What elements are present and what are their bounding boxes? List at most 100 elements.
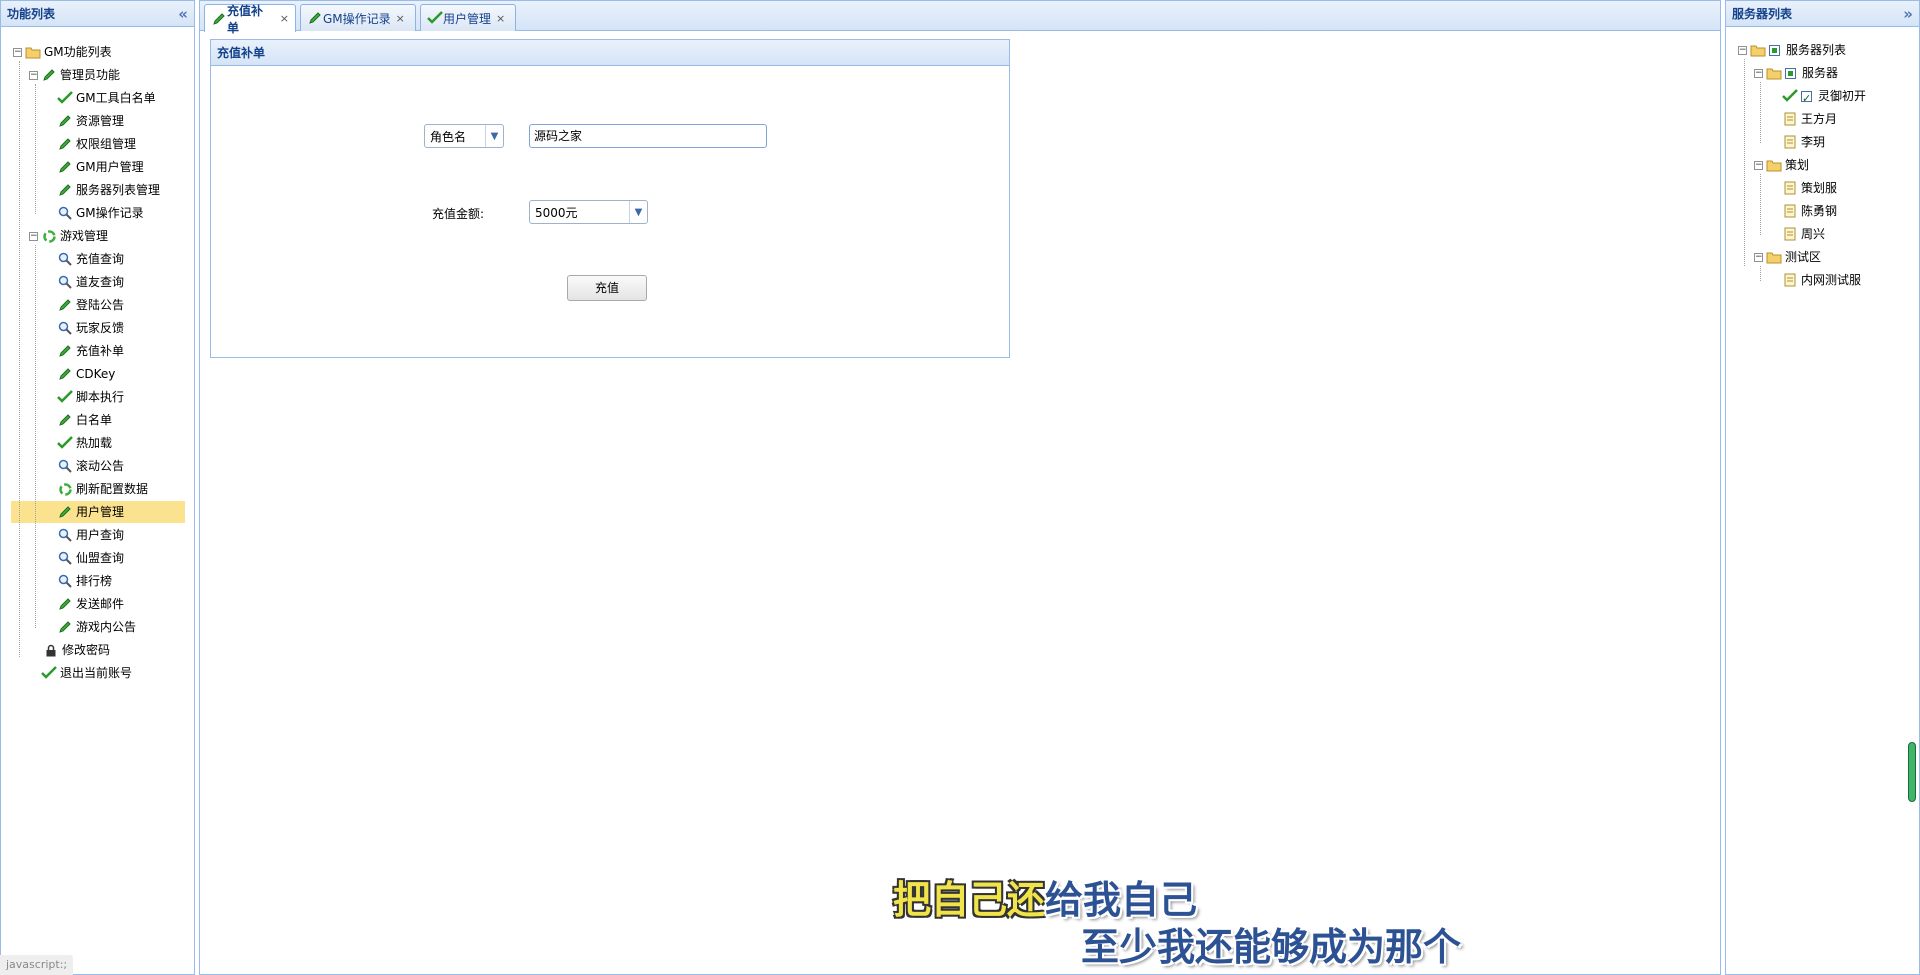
page-icon <box>1782 203 1798 219</box>
check-icon <box>57 389 73 405</box>
tab-bar: 充值补单 × GM操作记录 × 用户管理 × <box>200 1 1720 35</box>
tree-node-server[interactable]: 陈勇钢 <box>1782 200 1837 222</box>
tree-node-server[interactable]: 策划服 <box>1782 177 1837 199</box>
search-icon <box>57 320 73 336</box>
tree-node-label: 策划服 <box>1801 181 1838 195</box>
pencil-icon <box>57 366 73 382</box>
tab-recharge-supplement[interactable]: 充值补单 × <box>204 4 296 35</box>
tab-gm-operation-log[interactable]: GM操作记录 × <box>300 4 416 31</box>
search-icon <box>57 550 73 566</box>
amount-value: 5000元 <box>535 205 578 220</box>
collapse-left-icon[interactable]: « <box>178 1 188 27</box>
tree-node-server[interactable]: 内网测试服 <box>1782 269 1861 291</box>
tree-node-label: GM操作记录 <box>76 206 144 220</box>
tree-node-admin[interactable]: − 管理员功能 <box>29 64 120 86</box>
tree-connector <box>35 245 36 628</box>
form-title: 充值补单 <box>211 40 1009 66</box>
tree-node-game-item[interactable]: 刷新配置数据 <box>57 478 148 500</box>
tree-node-game-item[interactable]: 玩家反馈 <box>57 317 124 339</box>
collapse-node-icon[interactable]: − <box>1754 252 1763 262</box>
tree-connector <box>35 84 36 214</box>
chevron-down-icon[interactable]: ▼ <box>485 125 503 147</box>
tree-node-game-item[interactable]: 充值查询 <box>57 248 124 270</box>
tree-node-server[interactable]: 灵御初开 <box>1782 85 1866 110</box>
search-type-select[interactable]: 角色名 ▼ <box>424 124 504 148</box>
tree-node-logout[interactable]: 退出当前账号 <box>41 662 132 684</box>
close-tab-icon[interactable]: × <box>396 12 405 25</box>
tree-node-change-password[interactable]: 修改密码 <box>43 639 110 661</box>
tree-node-server-group[interactable]: − 服务器 <box>1754 62 1838 84</box>
pencil-icon <box>57 182 73 198</box>
tree-node-game-item[interactable]: 充值补单 <box>57 340 124 362</box>
tree-node-game-item[interactable]: 排行榜 <box>57 570 112 592</box>
tree-node-admin-item[interactable]: 权限组管理 <box>57 133 136 155</box>
collapse-node-icon[interactable]: − <box>13 47 22 57</box>
tree-node-admin-item[interactable]: GM用户管理 <box>57 156 144 178</box>
collapse-node-icon[interactable]: − <box>29 70 38 80</box>
checkbox[interactable] <box>1785 67 1796 79</box>
tree-node-game-item[interactable]: CDKey <box>57 363 115 385</box>
tree-node-label: 游戏内公告 <box>76 620 137 634</box>
tree-node-server[interactable]: 王方月 <box>1782 108 1837 130</box>
tree-node-label: 仙盟查询 <box>76 551 125 565</box>
collapse-node-icon[interactable]: − <box>29 231 38 241</box>
close-tab-icon[interactable]: × <box>496 12 505 25</box>
tree-node-label: 道友查询 <box>76 275 125 289</box>
page-icon <box>1782 226 1798 242</box>
tree-node-server[interactable]: 周兴 <box>1782 223 1825 245</box>
tree-node-server-group[interactable]: − 策划 <box>1754 154 1809 176</box>
tree-node-game-item[interactable]: 仙盟查询 <box>57 547 124 569</box>
function-list-header: 功能列表 « <box>1 1 194 27</box>
page-icon <box>1782 272 1798 288</box>
tree-node-root[interactable]: − GM功能列表 <box>13 41 112 63</box>
tree-node-game[interactable]: − 游戏管理 <box>29 225 108 247</box>
tree-node-game-item[interactable]: 白名单 <box>57 409 112 431</box>
collapse-node-icon[interactable]: − <box>1754 160 1763 170</box>
pencil-icon <box>57 297 73 313</box>
tree-node-game-item[interactable]: 脚本执行 <box>57 386 124 408</box>
tree-node-game-item[interactable]: 滚动公告 <box>57 455 124 477</box>
tab-label: 充值补单 <box>227 3 264 35</box>
tab-user-management[interactable]: 用户管理 × <box>420 4 516 31</box>
tree-node-admin-item[interactable]: 资源管理 <box>57 110 124 132</box>
tree-node-label: 登陆公告 <box>76 298 125 312</box>
collapse-node-icon[interactable]: − <box>1754 68 1763 78</box>
tree-node-server-root[interactable]: − 服务器列表 <box>1738 39 1846 61</box>
tree-node-game-item[interactable]: 发送邮件 <box>57 593 124 615</box>
tree-node-game-item[interactable]: 用户查询 <box>57 524 124 546</box>
tree-node-game-item[interactable]: 用户管理 <box>11 501 185 523</box>
role-name-input[interactable]: 源码之家 <box>529 124 767 148</box>
chevron-down-icon[interactable]: ▼ <box>629 201 647 223</box>
folder-icon <box>1766 157 1782 173</box>
tree-node-label: 脚本执行 <box>76 390 125 404</box>
tree-node-game-item[interactable]: 游戏内公告 <box>57 616 136 638</box>
scroll-handle[interactable] <box>1908 742 1916 802</box>
pencil-icon <box>57 504 73 520</box>
collapse-right-icon[interactable]: » <box>1903 1 1913 27</box>
search-icon <box>57 251 73 267</box>
refresh-icon <box>57 481 73 497</box>
checkbox[interactable] <box>1801 88 1812 110</box>
tree-node-label: 热加载 <box>76 436 113 450</box>
page-icon <box>1782 111 1798 127</box>
collapse-node-icon[interactable]: − <box>1738 45 1747 55</box>
tree-node-admin-item[interactable]: 服务器列表管理 <box>57 179 160 201</box>
folder-icon <box>25 44 41 60</box>
tree-node-server-group[interactable]: − 测试区 <box>1754 246 1821 268</box>
amount-select[interactable]: 5000元 ▼ <box>529 200 648 224</box>
checkbox[interactable] <box>1769 44 1780 56</box>
recharge-button[interactable]: 充值 <box>567 275 647 301</box>
tree-node-label: 用户查询 <box>76 528 125 542</box>
search-icon <box>57 458 73 474</box>
pencil-icon <box>41 67 57 83</box>
tree-node-label: GM功能列表 <box>44 45 112 59</box>
tree-node-server[interactable]: 李玥 <box>1782 131 1825 153</box>
tree-node-label: 刷新配置数据 <box>76 482 149 496</box>
check-icon <box>427 10 443 26</box>
close-tab-icon[interactable]: × <box>280 12 289 25</box>
tree-node-admin-item[interactable]: GM工具白名单 <box>57 87 156 109</box>
tree-node-game-item[interactable]: 道友查询 <box>57 271 124 293</box>
tree-node-game-item[interactable]: 登陆公告 <box>57 294 124 316</box>
tree-node-game-item[interactable]: 热加载 <box>57 432 112 454</box>
tree-node-admin-item[interactable]: GM操作记录 <box>57 202 144 224</box>
